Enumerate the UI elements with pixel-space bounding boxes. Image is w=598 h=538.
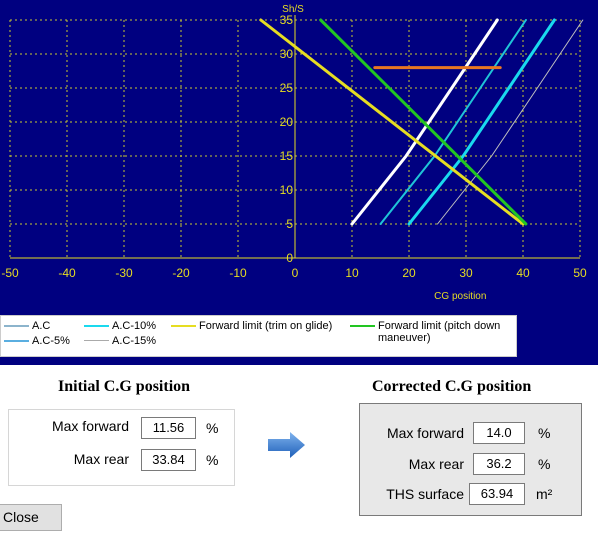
chart-legend: A.C A.C-5% A.C-10% A.C-15% Forward limit…	[0, 315, 517, 357]
initial-max-forward-field[interactable]: 11.56	[141, 417, 196, 439]
x-tick-label: 30	[459, 266, 473, 280]
cg-chart: -50 -40 -30 -20 -10 0 10 20 30 40 50 0 5 10 15 20 25 30 35…	[1, 4, 587, 302]
initial-title: Initial C.G position	[58, 378, 191, 395]
x-tick-label: 40	[516, 266, 530, 280]
close-button[interactable]: Close	[0, 504, 62, 531]
y-tick-label: 0	[286, 251, 293, 265]
ths-surface-label: THS surface	[386, 486, 464, 502]
y-tick-label: 20	[280, 115, 294, 129]
corrected-cg-panel: Max forward 14.0 % Max rear 36.2 % THS s…	[359, 403, 582, 516]
x-tick-label: -10	[229, 266, 247, 280]
x-tick-label: -50	[1, 266, 19, 280]
initial-max-rear-unit: %	[206, 452, 219, 468]
x-tick-label: 20	[402, 266, 416, 280]
corrected-max-forward-unit: %	[538, 425, 551, 441]
x-tick-label: -30	[115, 266, 133, 280]
y-tick-label: 5	[286, 217, 293, 231]
corrected-max-rear-unit: %	[538, 456, 551, 472]
series-line	[379, 19, 527, 225]
x-tick-label: -20	[172, 266, 190, 280]
legend-item-ac-5: A.C-5%	[4, 335, 70, 347]
legend-item-ac-10: A.C-10%	[84, 320, 156, 332]
legend-label-ac-5: A.C-5%	[32, 335, 70, 347]
corrected-title: Corrected C.G position	[372, 378, 532, 395]
arrow-right-icon	[268, 432, 305, 458]
x-tick-label: -40	[58, 266, 76, 280]
ths-surface-field[interactable]: 63.94	[469, 483, 525, 505]
initial-max-forward-label: Max forward	[51, 418, 129, 434]
corrected-max-forward-field[interactable]: 14.0	[473, 422, 525, 444]
legend-swatch-trim	[171, 325, 196, 327]
legend-label-ac: A.C	[32, 320, 51, 332]
y-tick-label: 35	[280, 13, 294, 27]
initial-cg-panel: Max forward 11.56 % Max rear 33.84 %	[8, 409, 235, 486]
legend-label-trim: Forward limit (trim on glide)	[199, 320, 333, 332]
y-tick-label: 15	[280, 149, 294, 163]
legend-swatch-ac	[4, 325, 29, 327]
legend-item-ac: A.C	[4, 320, 50, 332]
legend-item-trim: Forward limit (trim on glide)	[171, 320, 332, 332]
legend-label-ac-10: A.C-10%	[112, 320, 157, 332]
initial-max-rear-field[interactable]: 33.84	[141, 449, 196, 471]
y-axis-title: Sh/S	[282, 4, 304, 15]
y-tick-label: 25	[280, 81, 294, 95]
x-tick-label: 0	[292, 266, 299, 280]
x-tick-label: 50	[573, 266, 587, 280]
legend-label-pitch: Forward limit (pitch down maneuver)	[378, 320, 501, 344]
legend-swatch-pitch	[350, 325, 375, 327]
y-tick-label: 30	[280, 47, 294, 61]
corrected-max-rear-field[interactable]: 36.2	[473, 453, 525, 475]
x-tick-label: 10	[345, 266, 359, 280]
legend-item-pitch: Forward limit (pitch down maneuver)	[350, 320, 523, 344]
corrected-max-forward-label: Max forward	[386, 425, 464, 441]
legend-item-ac-15: A.C-15%	[84, 335, 156, 347]
initial-max-rear-label: Max rear	[73, 451, 129, 467]
initial-max-forward-unit: %	[206, 420, 219, 436]
ths-surface-unit: m²	[536, 486, 553, 502]
y-tick-label: 10	[280, 183, 294, 197]
corrected-max-rear-label: Max rear	[408, 456, 464, 472]
legend-swatch-ac-10	[84, 325, 109, 327]
x-axis-title: CG position	[434, 291, 486, 302]
legend-swatch-ac-15	[84, 340, 109, 341]
legend-swatch-ac-5	[4, 340, 29, 342]
chart-panel: -50 -40 -30 -20 -10 0 10 20 30 40 50 0 5 10 15 20 25 30 35…	[0, 0, 598, 365]
legend-label-ac-15: A.C-15%	[112, 335, 157, 347]
